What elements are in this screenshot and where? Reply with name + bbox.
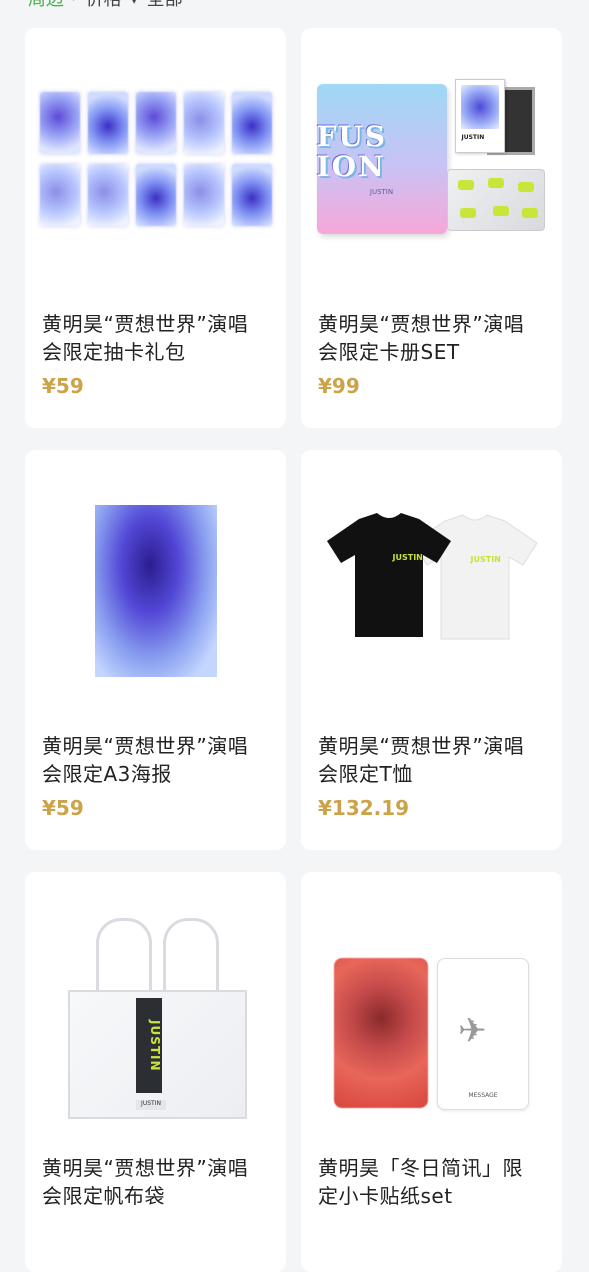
breadcrumb: 周边 › 价格 ▾ 全部 <box>0 0 589 10</box>
product-price: ¥99 <box>318 374 360 398</box>
photocard-image <box>87 164 128 226</box>
product-image: JUSTIN JUSTIN <box>301 450 562 712</box>
photocard-image <box>183 92 224 154</box>
breadcrumb-item-merch[interactable]: 周边 <box>28 0 64 11</box>
box-sublabel: JUSTIN <box>369 188 394 196</box>
breadcrumb-item-all[interactable]: 全部 <box>147 0 183 11</box>
product-price: ¥132.19 <box>318 796 410 820</box>
product-image: FUS ION JUSTIN JUSTIN <box>301 28 562 290</box>
tote-bag-image: JUSTIN JUSTIN <box>68 918 247 1128</box>
sticker-sheet <box>446 169 545 231</box>
photocard-image <box>231 92 272 154</box>
box-logo: FUS ION <box>316 120 388 183</box>
product-card[interactable]: JUSTIN JUSTIN 黄明昊“贾想世界”演唱会限定T恤 ¥132.19 <box>301 450 562 850</box>
photocard-image <box>231 164 272 226</box>
paper-plane-icon: ✈ <box>458 1011 487 1051</box>
product-title[interactable]: 黄明昊“贾想世界”演唱会限定卡册SET <box>318 310 543 366</box>
product-title[interactable]: 黄明昊“贾想世界”演唱会限定A3海报 <box>42 732 267 788</box>
product-image <box>25 450 286 722</box>
product-title[interactable]: 黄明昊“贾想世界”演唱会限定帆布袋 <box>42 1154 267 1210</box>
product-grid: 黄明昊“贾想世界”演唱会限定抽卡礼包 ¥59 FUS ION JUSTIN JU… <box>25 28 562 1272</box>
polaroid-card: JUSTIN <box>454 79 505 153</box>
photocard-image <box>334 958 428 1108</box>
photocard-image <box>135 92 176 154</box>
poster-image <box>94 505 217 677</box>
photocard-image <box>183 164 224 226</box>
breadcrumb-item-price[interactable]: 价格 <box>86 0 122 11</box>
photocard-image <box>135 164 176 226</box>
card-album-box: FUS ION JUSTIN <box>316 84 447 234</box>
message-card-image: ✈ MESSAGE <box>437 958 529 1110</box>
polaroid-label: JUSTIN <box>461 134 485 141</box>
photocard-image <box>39 164 80 226</box>
chevron-down-icon: ▾ <box>130 0 139 9</box>
product-card[interactable]: 黄明昊“贾想世界”演唱会限定抽卡礼包 ¥59 <box>25 28 286 428</box>
product-title[interactable]: 黄明昊“贾想世界”演唱会限定抽卡礼包 <box>42 310 267 366</box>
product-price: ¥59 <box>42 796 84 820</box>
product-card[interactable]: FUS ION JUSTIN JUSTIN 黄明昊“贾想世界”演唱会限定卡册SE… <box>301 28 562 428</box>
photocard-image <box>39 92 80 154</box>
product-title[interactable]: 黄明昊「冬日简讯」限定小卡贴纸set <box>318 1154 543 1210</box>
product-image: ✈ MESSAGE <box>301 872 562 1164</box>
product-price: ¥59 <box>42 374 84 398</box>
product-image: JUSTIN JUSTIN <box>25 872 286 1154</box>
product-card[interactable]: 黄明昊“贾想世界”演唱会限定A3海报 ¥59 <box>25 450 286 850</box>
chevron-right-icon: › <box>72 0 78 6</box>
product-card[interactable]: JUSTIN JUSTIN 黄明昊“贾想世界”演唱会限定帆布袋 <box>25 872 286 1272</box>
product-card[interactable]: ✈ MESSAGE 黄明昊「冬日简讯」限定小卡贴纸set <box>301 872 562 1272</box>
black-tshirt-image: JUSTIN <box>319 511 459 641</box>
product-image <box>25 28 286 290</box>
product-title[interactable]: 黄明昊“贾想世界”演唱会限定T恤 <box>318 732 543 788</box>
photocard-image <box>87 92 128 154</box>
